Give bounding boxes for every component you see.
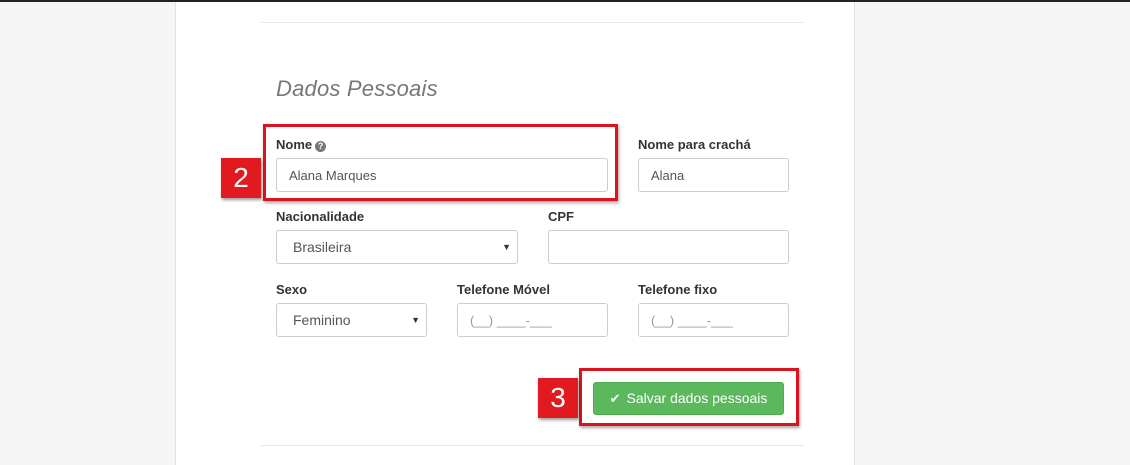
nacionalidade-label: Nacionalidade <box>276 209 365 224</box>
cpf-input[interactable] <box>548 230 789 264</box>
sexo-value: Feminino <box>293 312 351 328</box>
step-marker-3: 3 <box>538 378 578 418</box>
caret-down-icon: ▼ <box>411 315 420 325</box>
highlight-box-nome <box>263 124 618 201</box>
highlight-box-save <box>579 368 799 426</box>
divider-bottom <box>261 445 804 446</box>
divider-top <box>261 22 804 23</box>
nacionalidade-value: Brasileira <box>293 239 352 255</box>
step-marker-2: 2 <box>221 158 261 198</box>
telefone-movel-input[interactable] <box>457 303 608 337</box>
sexo-label: Sexo <box>276 282 308 297</box>
cpf-label: CPF <box>548 209 574 224</box>
telefone-movel-label: Telefone Móvel <box>457 282 550 297</box>
nacionalidade-select[interactable]: Brasileira ▼ <box>276 230 518 264</box>
section-title: Dados Pessoais <box>276 76 438 101</box>
telefone-fixo-label: Telefone fixo <box>638 282 718 297</box>
telefone-fixo-input[interactable] <box>638 303 789 337</box>
caret-down-icon: ▼ <box>502 242 511 252</box>
sexo-select[interactable]: Feminino ▼ <box>276 303 427 337</box>
cracha-input[interactable] <box>638 158 789 192</box>
cracha-label: Nome para crachá <box>638 137 751 152</box>
